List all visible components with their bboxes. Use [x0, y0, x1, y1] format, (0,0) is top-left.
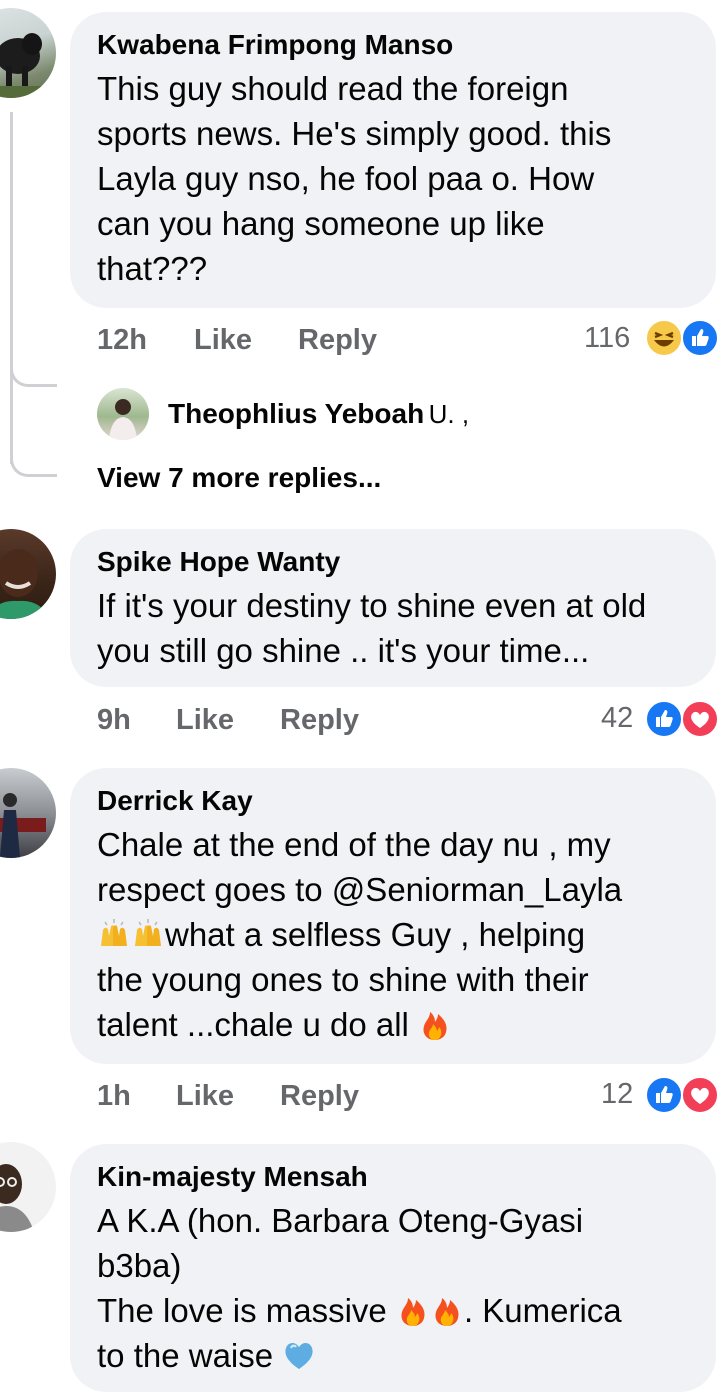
avatar[interactable] — [0, 529, 56, 619]
reaction-count[interactable]: 42 — [601, 702, 633, 735]
comment-line: Chale at the end of the day nu , my — [97, 826, 611, 863]
comment-line: b3ba) — [97, 1247, 182, 1284]
comment-line: The love is massive . Kumerica — [97, 1288, 690, 1333]
view-more-replies-link[interactable]: View 7 more replies... — [97, 462, 381, 494]
comment-line-text: . Kumerica — [463, 1292, 622, 1329]
like-button[interactable]: Like — [194, 324, 252, 357]
reply-button[interactable]: Reply — [298, 324, 377, 357]
comment-bubble: Kwabena Frimpong Manso This guy should r… — [70, 12, 716, 308]
dog-photo-icon — [0, 33, 56, 98]
raising-hands-emoji-icon — [97, 916, 131, 952]
avatar[interactable] — [0, 768, 56, 858]
comment-line: you still go shine .. it's your time... — [97, 632, 590, 669]
comment-bubble: Kin-majesty Mensah A K.A (hon. Barbara O… — [70, 1144, 716, 1392]
person-photo-icon — [0, 793, 46, 858]
comment-line-text: what a selfless Guy , helping — [165, 916, 586, 953]
avatar[interactable] — [0, 1142, 56, 1232]
comment-line: This guy should read the foreign — [97, 70, 569, 107]
comment-time[interactable]: 9h — [97, 704, 131, 737]
comment-author[interactable]: Derrick Kay — [97, 784, 690, 818]
comment-line: If it's your destiny to shine even at ol… — [97, 587, 647, 624]
reply-button[interactable]: Reply — [280, 704, 359, 737]
thread-line — [10, 112, 13, 464]
thread-branch — [10, 430, 57, 477]
reaction-count[interactable]: 116 — [584, 322, 630, 355]
reply-snippet: U. , — [428, 399, 470, 429]
like-reaction-icon — [681, 319, 719, 357]
comment-author[interactable]: Kwabena Frimpong Manso — [97, 28, 690, 62]
raising-hands-emoji-icon — [131, 916, 165, 952]
person-photo-icon — [109, 399, 137, 440]
like-button[interactable]: Like — [176, 1080, 234, 1113]
avatar[interactable] — [0, 8, 56, 98]
person-photo-icon — [0, 1164, 34, 1232]
comment-line-text: talent ...chale u do all — [97, 1006, 409, 1043]
comment-author[interactable]: Kin-majesty Mensah — [97, 1160, 690, 1194]
comment-bubble: Spike Hope Wanty If it's your destiny to… — [70, 529, 716, 687]
comment-line: to the waise — [97, 1333, 690, 1378]
comment-line: respect goes to @Seniorman_Layla — [97, 871, 623, 908]
like-reaction-icon — [645, 1076, 683, 1114]
reaction-count[interactable]: 12 — [601, 1078, 633, 1111]
fire-emoji-icon — [396, 1292, 430, 1328]
fire-emoji-icon — [418, 1006, 452, 1042]
comment-line: sports news. He's simply good. this — [97, 115, 612, 152]
love-reaction-icon — [681, 700, 719, 738]
comment-text: If it's your destiny to shine even at ol… — [97, 583, 690, 673]
comment-time[interactable]: 1h — [97, 1080, 131, 1113]
thread-branch — [10, 350, 57, 387]
comment-text: This guy should read the foreign sports … — [97, 66, 690, 291]
comment-line: talent ...chale u do all — [97, 1002, 690, 1047]
comment-author[interactable]: Spike Hope Wanty — [97, 545, 690, 579]
person-photo-icon — [0, 549, 50, 619]
haha-reaction-icon — [645, 319, 683, 357]
comment-text: Chale at the end of the day nu , my resp… — [97, 822, 690, 1047]
reply-button[interactable]: Reply — [280, 1080, 359, 1113]
love-reaction-icon — [681, 1076, 719, 1114]
comment-line: can you hang someone up like — [97, 205, 545, 242]
fire-emoji-icon — [430, 1292, 464, 1328]
comment-line: the young ones to shine with their — [97, 961, 589, 998]
comment-line: what a selfless Guy , helping — [97, 912, 690, 957]
like-reaction-icon — [645, 700, 683, 738]
avatar[interactable] — [97, 388, 149, 440]
comment-bubble: Derrick Kay Chale at the end of the day … — [70, 768, 716, 1064]
comment-line-text: to the waise — [97, 1337, 274, 1374]
comment-line: A K.A (hon. Barbara Oteng-Gyasi — [97, 1202, 584, 1239]
like-button[interactable]: Like — [176, 704, 234, 737]
comment-line: Layla guy nso, he fool paa o. How — [97, 160, 595, 197]
comment-time[interactable]: 12h — [97, 324, 147, 357]
comment-text: A K.A (hon. Barbara Oteng-Gyasi b3ba) Th… — [97, 1198, 690, 1378]
comment-line-text: The love is massive — [97, 1292, 387, 1329]
comment-line: that??? — [97, 250, 208, 287]
blue-heart-emoji-icon — [282, 1337, 316, 1373]
reply-author[interactable]: Theophlius Yeboah — [168, 398, 424, 429]
